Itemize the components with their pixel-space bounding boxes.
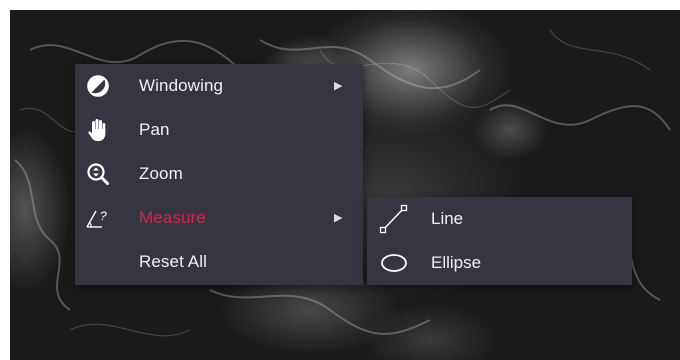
menu-item-label: Zoom	[139, 164, 183, 183]
zoom-icon	[85, 162, 111, 186]
submenu-arrow-icon: ▶	[334, 212, 343, 224]
contrast-icon	[85, 74, 111, 98]
menu-item-label: Reset All	[139, 252, 207, 271]
menu-item-reset-all[interactable]: Reset All	[75, 240, 363, 284]
menu-item-measure[interactable]: ? Measure ▶	[75, 196, 363, 240]
menu-item-label: Measure	[139, 208, 206, 227]
submenu-item-line[interactable]: Line	[367, 197, 632, 241]
context-menu: Windowing ▶ Pan Zoom ? Measure ▶ Reset A…	[75, 64, 363, 285]
menu-item-windowing[interactable]: Windowing ▶	[75, 64, 363, 108]
submenu-item-ellipse[interactable]: Ellipse	[367, 241, 632, 285]
submenu-arrow-icon: ▶	[334, 80, 343, 92]
submenu-item-label: Ellipse	[431, 253, 482, 272]
menu-item-label: Pan	[139, 120, 170, 139]
menu-item-label: Windowing	[139, 76, 224, 95]
measure-icon: ?	[85, 206, 111, 230]
submenu-item-label: Line	[431, 209, 464, 228]
line-tool-icon	[377, 203, 411, 235]
menu-item-pan[interactable]: Pan	[75, 108, 363, 152]
menu-item-zoom[interactable]: Zoom	[75, 152, 363, 196]
hand-icon	[85, 118, 111, 142]
svg-text:?: ?	[100, 209, 107, 223]
ellipse-tool-icon	[377, 247, 411, 279]
measure-submenu: Line Ellipse	[367, 197, 632, 285]
